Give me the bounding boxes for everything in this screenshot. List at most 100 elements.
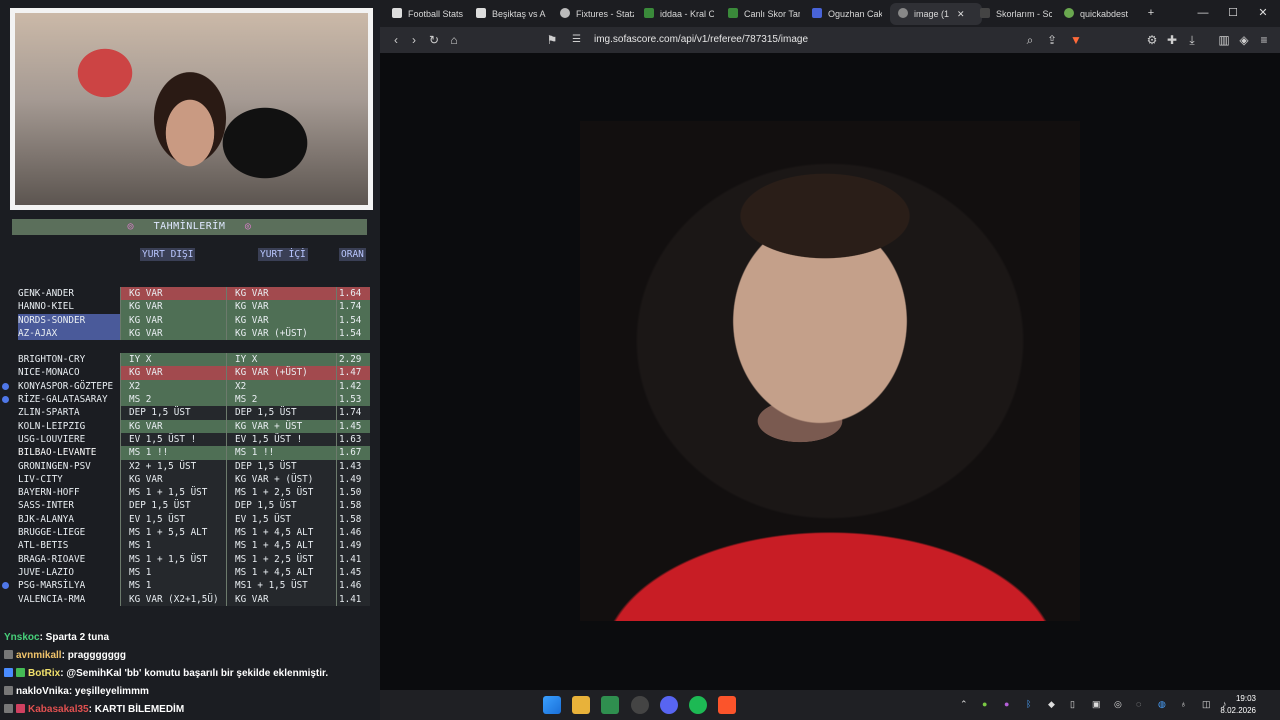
forward-icon[interactable]: › <box>406 32 422 48</box>
address-bar[interactable]: ☰ img.sofascore.com/api/v1/referee/78731… <box>566 30 1090 50</box>
tab-football-stats[interactable]: Football Stats <box>392 3 470 25</box>
yurt-disi-pick: EV 1,5 ÜST <box>120 512 234 527</box>
tab-canli-skor[interactable]: Canlı Skor Tara <box>728 3 800 25</box>
prediction-row: BILBAO-LEVANTE MS 1 !! MS 1 !! 1.67 <box>12 446 370 460</box>
odds-value: 1.45 <box>336 565 370 580</box>
yurt-ici-pick: IY X <box>226 353 343 367</box>
clock[interactable]: 19:03 8.02.2026 <box>1220 693 1256 717</box>
browser-toolbar: ‹ › ↻ ⌂ ⚑ ☰ img.sofascore.com/api/v1/ref… <box>380 27 1280 53</box>
brave-shield-icon[interactable]: ▼ <box>1068 32 1084 48</box>
predictions-group-1: GENK-ANDER KG VAR KG VAR 1.64 HANNO-KIEL KG V… <box>12 287 370 341</box>
share-icon[interactable]: ⇪ <box>1044 32 1060 48</box>
yurt-ici-pick: DEP 1,5 ÜST <box>226 499 343 513</box>
prediction-row: ZLIN-SPARTA DEP 1,5 ÜST DEP 1,5 ÜST 1.74 <box>12 406 370 420</box>
tab-label: Oguzhan Cak <box>828 9 882 19</box>
yurt-disi-pick: MS 1 <box>120 539 234 553</box>
extension-icon[interactable]: ⚙ <box>1144 32 1160 48</box>
maximize-icon[interactable]: ☐ <box>1218 0 1248 27</box>
tab-image[interactable]: image (1 ✕ <box>890 3 982 25</box>
match-name: BRIGHTON-CRY <box>18 354 86 366</box>
tray-app-icon[interactable]: ● <box>1004 699 1009 709</box>
minimize-icon[interactable]: — <box>1188 0 1218 27</box>
chat-username: avnmikall <box>16 650 62 661</box>
tab-iddaa[interactable]: iddaa - Kral O <box>644 3 714 25</box>
tray-app-icon[interactable]: ◍ <box>1158 699 1166 710</box>
tab-favicon-icon <box>1064 8 1074 18</box>
yurt-disi-pick: MS 1 + 1,5 ÜST <box>120 552 234 566</box>
badge-icon <box>4 650 13 659</box>
tray-app-icon[interactable]: ◆ <box>1048 699 1055 710</box>
tray-app-icon[interactable]: ▣ <box>1092 699 1101 710</box>
browser-window: Football Stats Beşiktaş vs Ala Fixtures … <box>380 0 1280 690</box>
match-name: RİZE-GALATASARAY <box>18 394 108 406</box>
prediction-row: ATL-BETIS MS 1 MS 1 + 4,5 ALT 1.49 <box>12 539 370 553</box>
brave-icon[interactable] <box>718 696 736 714</box>
badge-icon <box>4 704 13 713</box>
notepad-icon[interactable] <box>601 696 619 714</box>
url-text[interactable]: img.sofascore.com/api/v1/referee/787315/… <box>594 30 808 50</box>
prediction-row: LIV-CITY KG VAR KG VAR + (ÜST) 1.49 <box>12 472 370 487</box>
spotify-icon[interactable] <box>689 696 707 714</box>
chat-username: nakloVnika <box>16 686 69 697</box>
yurt-ici-pick: MS 1 + 4,5 ALT <box>226 565 343 580</box>
tab-bar: Football Stats Beşiktaş vs Ala Fixtures … <box>380 0 1280 27</box>
chat-message: Kabasakal35: KARTI BİLEMEDİM <box>4 702 184 718</box>
obs-icon[interactable] <box>631 696 649 714</box>
file-explorer-icon[interactable] <box>572 696 590 714</box>
tray-app-icon[interactable]: ◌ <box>1136 699 1141 709</box>
site-info-icon[interactable]: ☰ <box>572 30 581 50</box>
prediction-row: SASS-INTER DEP 1,5 ÜST DEP 1,5 ÜST 1.58 <box>12 499 370 513</box>
discord-icon[interactable] <box>660 696 678 714</box>
odds-value: 1.45 <box>336 419 370 433</box>
prediction-row: GRONINGEN-PSV X2 + 1,5 ÜST DEP 1,5 ÜST 1.43 <box>12 459 370 473</box>
tab-besiktas[interactable]: Beşiktaş vs Ala <box>476 3 546 25</box>
match-name: NICE-MONACO <box>18 367 80 379</box>
back-icon[interactable]: ‹ <box>388 32 404 48</box>
new-tab-icon[interactable]: + <box>1136 0 1166 27</box>
home-icon[interactable]: ⌂ <box>446 32 462 48</box>
sidebar-icon[interactable]: ▥ <box>1216 32 1232 48</box>
bluetooth-icon[interactable]: ᛒ <box>1026 699 1031 709</box>
yurt-disi-pick: KG VAR <box>120 313 234 327</box>
chat-message: nakloVnika: yeşilleyelimmm <box>4 684 149 700</box>
close-window-icon[interactable]: ✕ <box>1248 0 1278 27</box>
prediction-row: BAYERN-HOFF MS 1 + 1,5 ÜST MS 1 + 2,5 ÜST 1… <box>12 486 370 500</box>
chat-box: Ynskoc: Sparta 2 tuna avnmikall: pragggg… <box>0 630 380 720</box>
tray-chevron-icon[interactable]: ⌃ <box>960 699 968 710</box>
match-name: ZLIN-SPARTA <box>18 407 80 419</box>
yurt-disi-pick: KG VAR (X2+1,5Ü) <box>120 592 234 606</box>
zoom-icon[interactable]: ⌕ <box>1022 32 1038 48</box>
vpn-icon[interactable]: ◈ <box>1236 32 1252 48</box>
tab-fixtures[interactable]: Fixtures - Statz <box>560 3 634 25</box>
match-name: AZ-AJAX <box>18 326 124 341</box>
odds-value: 1.46 <box>336 526 370 540</box>
puzzle-icon[interactable]: ✚ <box>1164 32 1180 48</box>
start-icon[interactable] <box>543 696 561 714</box>
tab-quickabdest[interactable]: quickabdest <box>1064 3 1144 25</box>
sparkle-icon: ◎ <box>127 221 135 232</box>
tray-app-icon[interactable]: ◎ <box>1114 699 1122 710</box>
yurt-disi-pick: MS 1 + 5,5 ALT <box>120 526 234 540</box>
tray-app-icon[interactable]: ▯ <box>1070 699 1075 710</box>
tab-oguzhan[interactable]: Oguzhan Cak <box>812 3 882 25</box>
chat-message: Ynskoc: Sparta 2 tuna <box>4 630 109 646</box>
download-icon[interactable]: ⤓ <box>1184 32 1200 48</box>
prediction-row: NORDS-SONDER KG VAR KG VAR 1.54 <box>12 313 370 327</box>
close-tab-icon[interactable]: ✕ <box>957 9 965 19</box>
badge-icon <box>16 704 25 713</box>
mic-icon[interactable]: ♁ <box>1180 699 1187 709</box>
match-name: LIV-CITY <box>18 473 63 485</box>
match-name: GRONINGEN-PSV <box>18 460 91 472</box>
chat-text: : Sparta 2 tuna <box>39 632 110 643</box>
reload-icon[interactable]: ↻ <box>426 32 442 48</box>
network-icon[interactable]: ◫ <box>1202 699 1211 710</box>
tab-skorlarim[interactable]: Skorlarım - Sc <box>980 3 1052 25</box>
match-name: PSG-MARSİLYA <box>18 580 86 592</box>
odds-value: 1.41 <box>336 552 370 566</box>
yurt-disi-pick: MS 2 <box>120 393 234 407</box>
menu-icon[interactable]: ≡ <box>1256 32 1272 48</box>
bookmark-icon[interactable]: ⚑ <box>544 32 560 48</box>
odds-value: 1.58 <box>336 512 370 527</box>
tray-app-icon[interactable]: ● <box>982 699 987 709</box>
odds-value: 1.47 <box>336 366 370 380</box>
